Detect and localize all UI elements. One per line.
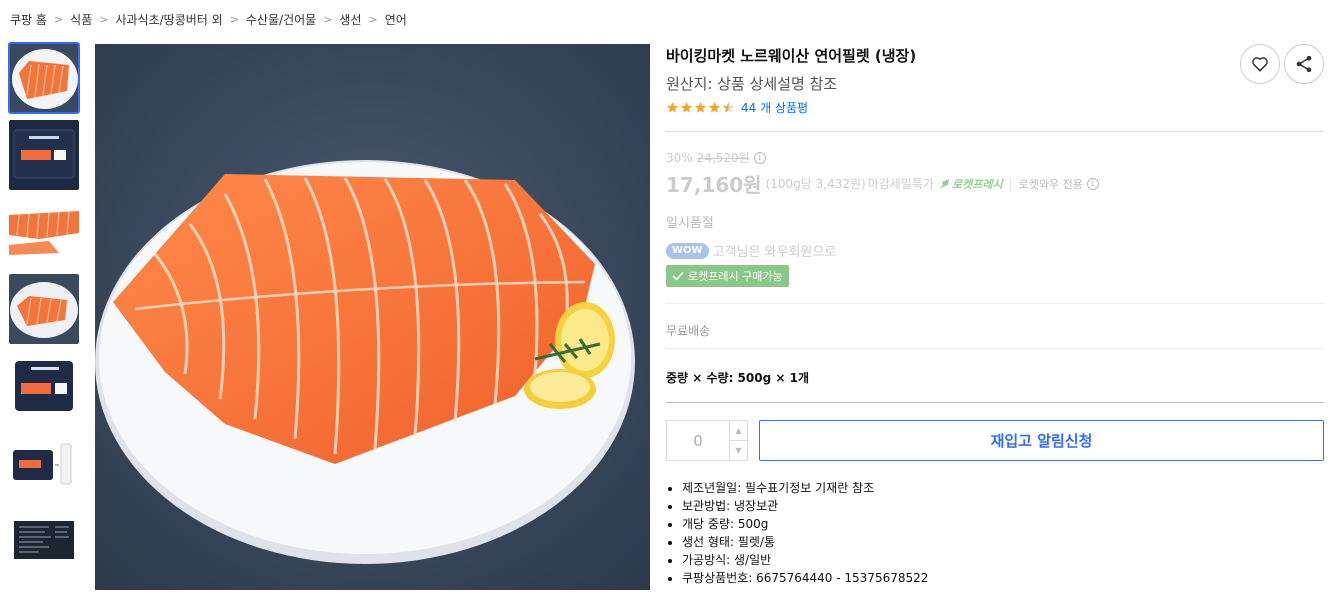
rocket-fresh-text: 로켓프레시 xyxy=(951,177,1003,191)
thumbnail-list xyxy=(8,42,80,582)
info-icon[interactable]: i xyxy=(753,151,766,164)
wow-only-label: 로켓와우 전용 xyxy=(1018,177,1083,191)
detail-item-processing: 가공방식: 생/일반 xyxy=(682,551,928,569)
product-info: 바이킹마켓 노르웨이산 연어필렛 (냉장) 원산지: 상품 상세설명 참조 44… xyxy=(666,44,1324,585)
chevron-right-icon: > xyxy=(323,13,333,26)
detail-item-weight: 개당 중량: 500g xyxy=(682,515,928,533)
discount-row: 30% 24,520원 i xyxy=(666,149,1324,166)
wishlist-button[interactable] xyxy=(1240,44,1280,84)
thumbnail-3[interactable] xyxy=(9,197,79,267)
breadcrumb-item-home[interactable]: 쿠팡 홈 xyxy=(10,11,47,28)
free-shipping-text: 무료배송 xyxy=(666,324,711,338)
deal-label: 마감세일특가 xyxy=(867,177,934,191)
separator: | xyxy=(1008,176,1013,191)
thumbnail-2[interactable] xyxy=(9,120,79,190)
breadcrumb-item-vinegar[interactable]: 사과식초/땅콩버터 외 xyxy=(115,11,222,28)
star-icon xyxy=(666,101,679,113)
quantity-up-button[interactable]: ▲ xyxy=(730,421,747,441)
original-price: 24,520원 xyxy=(696,151,750,165)
quantity-down-button[interactable]: ▼ xyxy=(730,441,747,460)
breadcrumb-item-fish[interactable]: 생선 xyxy=(339,11,361,28)
chevron-right-icon: > xyxy=(53,13,64,26)
chevron-right-icon: > xyxy=(368,13,378,26)
origin-text: 원산지: 상품 상세설명 참조 xyxy=(666,75,838,93)
star-icon xyxy=(722,101,735,113)
quantity-input[interactable] xyxy=(667,421,729,460)
thumbnail-6[interactable] xyxy=(9,428,79,498)
star-icon xyxy=(680,101,693,113)
main-product-image[interactable] xyxy=(95,44,650,590)
stepper-buttons: ▲ ▼ xyxy=(729,421,747,460)
wow-text: 고객님은 와우회원으로 xyxy=(712,245,837,260)
breadcrumb-item-salmon[interactable]: 연어 xyxy=(385,11,407,28)
thumbnail-4[interactable] xyxy=(9,274,79,344)
rating-row: 44 개 상품평 xyxy=(666,99,1324,115)
star-icon xyxy=(694,101,707,113)
rocket-fresh-available-text: 로켓프레시 구매가능 xyxy=(688,270,783,283)
detail-item-product-number: 쿠팡상품번호: 6675764440 - 15375678522 xyxy=(682,569,928,587)
restock-notify-button[interactable]: 재입고 알림신청 xyxy=(759,420,1324,461)
sale-price: 17,160원 xyxy=(666,173,762,197)
option-label: 중량 × 수량: 500g × 1개 xyxy=(666,371,809,385)
price-area: 30% 24,520원 i 17,160원 (100g당 3,432원) 마감세… xyxy=(666,149,1324,231)
thumbnail-1[interactable] xyxy=(8,42,80,114)
soldout-status: 일시품절 xyxy=(666,216,714,231)
sale-price-row: 17,160원 (100g당 3,432원) 마감세일특가 로켓프레시 | 로켓… xyxy=(666,169,1324,198)
detail-item-manufacture-date: 제조년월일: 필수표기정보 기재란 참조 xyxy=(682,479,928,497)
star-rating xyxy=(666,101,736,114)
divider xyxy=(666,131,1324,132)
unit-price: (100g당 3,432원) xyxy=(765,177,866,191)
product-title: 바이킹마켓 노르웨이산 연어필렛 (냉장) xyxy=(666,47,917,65)
thumbnail-5[interactable] xyxy=(9,351,79,421)
product-details-list: 제조년월일: 필수표기정보 기재란 참조 보관방법: 냉장보관 개당 중량: 5… xyxy=(682,479,928,587)
thumbnail-7[interactable] xyxy=(9,505,79,575)
review-count-link[interactable]: 44 개 상품평 xyxy=(741,99,808,116)
check-icon xyxy=(672,271,684,281)
chevron-right-icon: > xyxy=(229,13,239,26)
wow-badge: WOW xyxy=(666,242,709,259)
detail-item-storage: 보관방법: 냉장보관 xyxy=(682,497,928,515)
rocket-icon xyxy=(938,178,949,189)
discount-rate: 30% xyxy=(666,150,693,165)
wow-row: WOW 고객님은 와우회원으로 xyxy=(666,241,836,260)
rocket-fresh-available-badge: 로켓프레시 구매가능 xyxy=(666,265,789,287)
info-icon[interactable]: i xyxy=(1086,177,1099,190)
divider xyxy=(666,303,1324,304)
quantity-stepper: ▲ ▼ xyxy=(666,420,748,461)
breadcrumb: 쿠팡 홈 > 식품 > 사과식초/땅콩버터 외 > 수산물/건어물 > 생선 >… xyxy=(10,11,407,28)
share-icon xyxy=(1296,55,1312,73)
share-button[interactable] xyxy=(1284,44,1324,84)
detail-item-fish-form: 생선 형태: 필렛/통 xyxy=(682,533,928,551)
breadcrumb-item-food[interactable]: 식품 xyxy=(70,11,92,28)
divider xyxy=(666,348,1324,349)
divider xyxy=(666,402,1324,403)
breadcrumb-item-seafood[interactable]: 수산물/건어물 xyxy=(246,11,316,28)
rocket-fresh-label: 로켓프레시 xyxy=(938,176,1003,192)
star-icon xyxy=(708,101,721,113)
chevron-right-icon: > xyxy=(99,13,109,26)
heart-icon xyxy=(1252,57,1268,72)
